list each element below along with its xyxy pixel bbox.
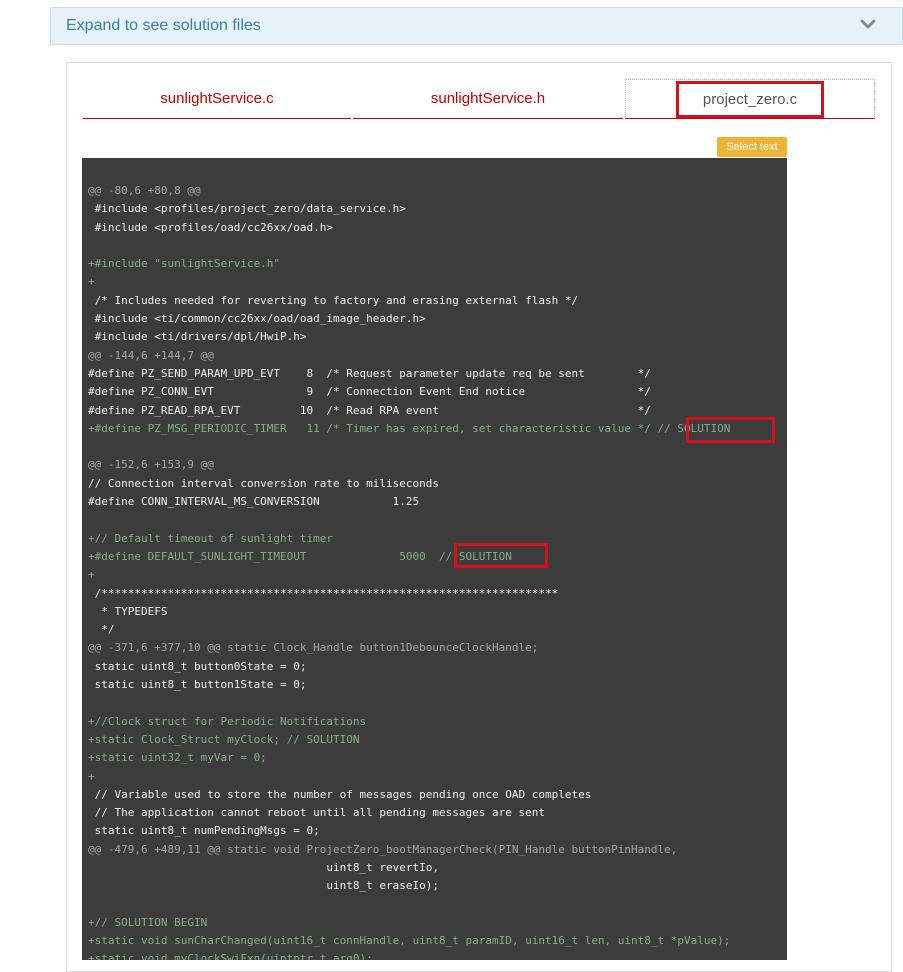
code-block[interactable]: @@ -80,6 +80,8 @@ #include <profiles/pro… — [82, 158, 787, 960]
code-line: +// Default timeout of sunlight timer — [88, 531, 334, 545]
code-line: // The application cannot reboot until a… — [88, 806, 545, 820]
code-line: @@ -80,6 +80,8 @@ — [88, 184, 201, 197]
tab-label: sunlightService.h — [430, 90, 546, 107]
code-line: #define PZ_SEND_PARAM_UPD_EVT 8 /* Reque… — [88, 366, 651, 380]
code-line: +#define PZ_MSG_PERIODIC_TIMER 11 /* Tim… — [88, 421, 731, 435]
tab-label: sunlightService.c — [160, 90, 274, 107]
code-line: +//Clock struct for Periodic Notificatio… — [88, 714, 367, 728]
code-line: #include <profiles/project_zero/data_ser… — [88, 202, 406, 216]
code-line: uint8_t eraseIo); — [88, 879, 439, 893]
code-line: /* Includes needed for reverting to fact… — [88, 293, 579, 307]
code-line: @@ -479,6 +489,11 @@ static void Project… — [88, 842, 678, 856]
code-line: +// SOLUTION BEGIN — [88, 915, 208, 929]
code-line: // Connection interval conversion rate t… — [88, 476, 439, 490]
code-line: @@ -371,6 +377,10 @@ static Clock_Handle… — [88, 641, 539, 655]
code-line: + — [88, 275, 95, 289]
code-line: uint8_t revertIo, — [88, 860, 439, 874]
tab-sunlightservice-h[interactable]: sunlightService.h — [353, 79, 623, 119]
code-line: +static Clock_Struct myClock; // SOLUTIO… — [88, 732, 360, 746]
panel-title: Expand to see solution files — [66, 17, 261, 34]
code-line: @@ -144,6 +144,7 @@ — [88, 348, 214, 362]
code-line: /***************************************… — [88, 586, 559, 600]
code-line: static uint8_t button1State = 0; — [88, 678, 307, 692]
code-line: // Variable used to store the number of … — [88, 787, 592, 801]
chevron-down-icon[interactable] — [860, 16, 876, 32]
code-lines: @@ -80,6 +80,8 @@ #include <profiles/pro… — [88, 182, 730, 960]
code-line: #include <profiles/oad/cc26xx/oad.h> — [88, 220, 334, 234]
code-line: +static void myClockSwiFxn(uintptr_t arg… — [88, 952, 373, 960]
code-line: static uint8_t button0State = 0; — [88, 659, 307, 673]
code-line: static uint8_t numPendingMsgs = 0; — [88, 824, 320, 838]
code-line: #define PZ_READ_RPA_EVT 10 /* Read RPA e… — [88, 403, 651, 417]
code-line: #define PZ_CONN_EVT 9 /* Connection Even… — [88, 385, 651, 399]
solution-highlight-box — [454, 543, 548, 568]
code-line: #include <ti/common/cc26xx/oad/oad_image… — [88, 312, 426, 326]
code-line: @@ -152,6 +153,9 @@ — [88, 458, 214, 472]
code-line: #include <ti/drivers/dpl/HwiP.h> — [88, 330, 307, 344]
tab-highlight-box — [676, 81, 824, 118]
tab-sunlightservice-c[interactable]: sunlightService.c — [83, 79, 351, 119]
code-line: * TYPEDEFS — [88, 604, 168, 618]
code-line: +static uint32_t myVar = 0; — [88, 751, 267, 765]
select-text-button[interactable]: Select text — [717, 137, 787, 157]
code-line: +static void sunCharChanged(uint16_t con… — [88, 934, 731, 948]
solution-highlight-box — [686, 417, 775, 443]
code-line: #define CONN_INTERVAL_MS_CONVERSION 1.25 — [88, 495, 420, 509]
code-line: + — [88, 568, 95, 582]
code-line: */ — [88, 623, 115, 637]
code-line: +#include "sunlightService.h" — [88, 257, 281, 271]
solution-files-panel-header[interactable]: Expand to see solution files — [50, 7, 903, 45]
code-line: + — [88, 769, 95, 783]
code-line: +#define DEFAULT_SUNLIGHT_TIMEOUT 5000 /… — [88, 549, 512, 563]
